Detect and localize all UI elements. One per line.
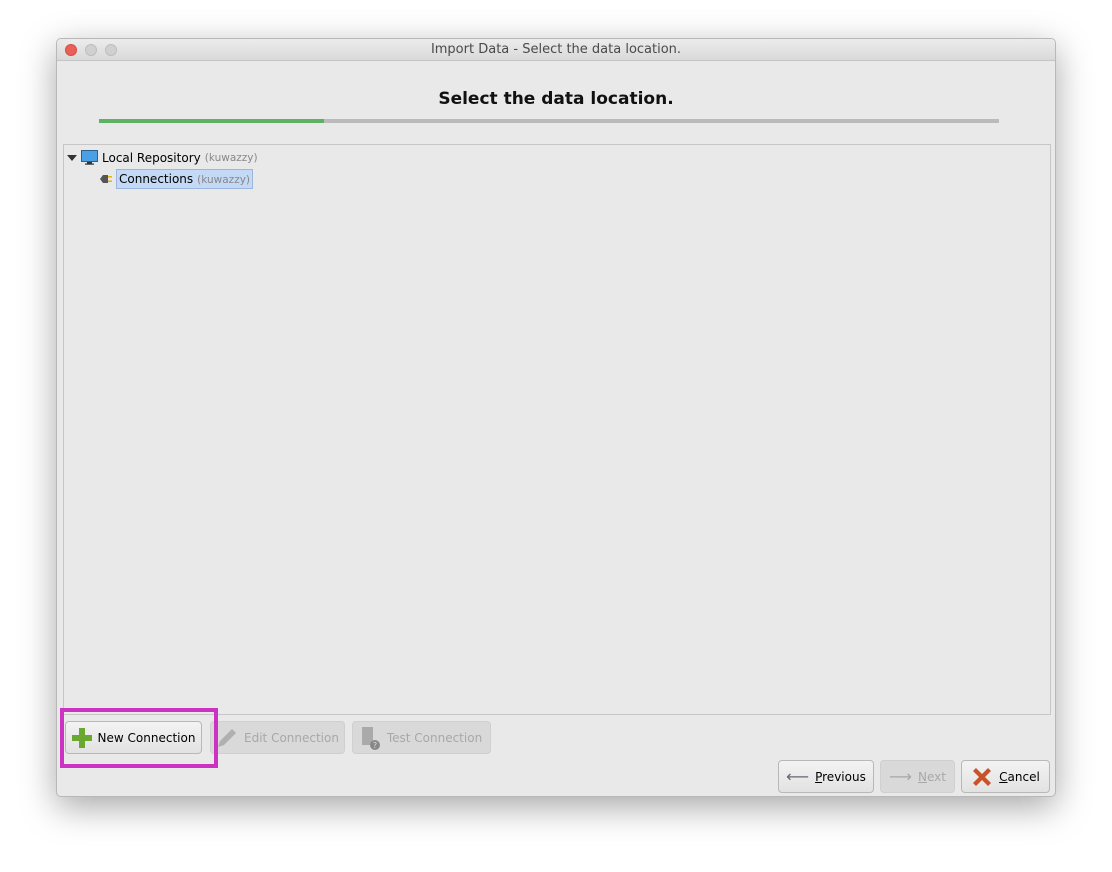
- edit-connection-button[interactable]: Edit Connection: [210, 721, 345, 754]
- tree-node-label: Local Repository: [102, 150, 201, 165]
- database-test-icon: ?: [361, 726, 380, 750]
- tree-node-owner: (kuwazzy): [204, 151, 258, 164]
- button-label: Cancel: [999, 769, 1040, 784]
- cancel-button[interactable]: Cancel: [961, 760, 1050, 793]
- previous-button[interactable]: ⟵ Previous: [778, 760, 874, 793]
- progress-fill: [99, 119, 324, 123]
- arrow-left-icon: ⟵: [786, 767, 810, 786]
- button-label: Next: [917, 769, 946, 784]
- button-label: Test Connection: [386, 730, 483, 745]
- test-connection-button[interactable]: ? Test Connection: [352, 721, 491, 754]
- highlight-box: [60, 708, 218, 768]
- window-title: Import Data - Select the data location.: [430, 42, 682, 57]
- button-label: Previous: [815, 769, 866, 784]
- zoom-window-button[interactable]: [105, 44, 117, 56]
- page-title: Select the data location.: [438, 89, 674, 109]
- close-window-button[interactable]: [65, 44, 77, 56]
- tree-node-owner: (kuwazzy): [197, 174, 251, 186]
- minimize-window-button[interactable]: [85, 44, 97, 56]
- monitor-icon: [81, 150, 98, 165]
- next-button[interactable]: ⟶ Next: [880, 760, 955, 793]
- arrow-right-icon: ⟶: [889, 767, 912, 786]
- plug-icon: [100, 175, 112, 183]
- wizard-progress-bar: [99, 119, 999, 123]
- import-data-dialog: Import Data - Select the data location. …: [56, 38, 1056, 797]
- tree-node-connections[interactable]: Connections (kuwazzy): [98, 169, 254, 189]
- expand-triangle-icon[interactable]: [67, 154, 77, 161]
- title-bar: Import Data - Select the data location.: [57, 39, 1055, 61]
- button-label: Edit Connection: [244, 730, 339, 745]
- repository-tree[interactable]: Local Repository (kuwazzy) Connections (k…: [63, 144, 1051, 715]
- pencil-icon: [218, 728, 237, 747]
- svg-text:?: ?: [373, 741, 377, 750]
- x-icon: [973, 767, 992, 786]
- tree-node-local-repository[interactable]: Local Repository (kuwazzy): [67, 150, 258, 165]
- tree-node-label: Connections: [119, 172, 194, 186]
